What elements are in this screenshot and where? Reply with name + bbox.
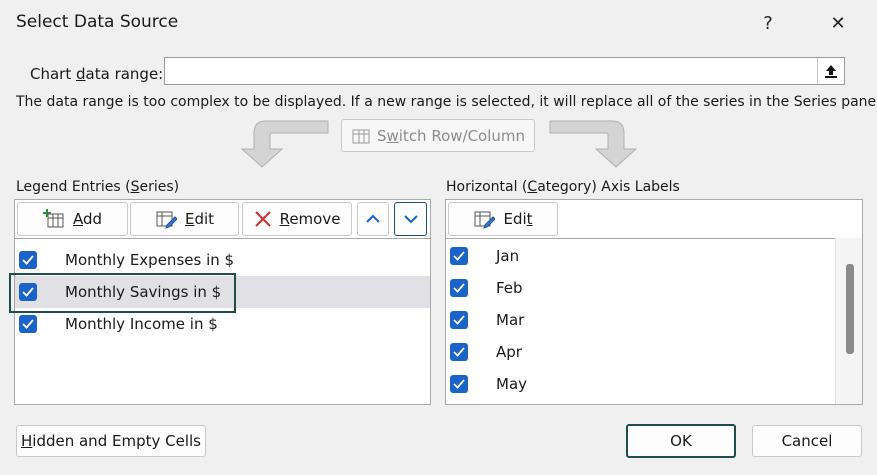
collapse-arrow-icon [825,65,837,78]
axis-label-row[interactable]: Feb [446,272,862,304]
range-info-text: The data range is too complex to be disp… [16,94,877,110]
axis-label-checkbox[interactable] [450,375,468,393]
chevron-up-icon [366,214,380,223]
axis-label-name: Apr [496,343,522,361]
axis-label-checkbox[interactable] [450,311,468,329]
axis-label-checkbox[interactable] [450,247,468,265]
edit-series-label: Edit [184,210,215,228]
check-icon [453,379,465,389]
scrollbar-thumb[interactable] [846,264,854,354]
check-icon [453,347,465,357]
axis-label-name: Feb [496,279,523,297]
edit-axis-labels-button[interactable]: Edit [448,202,558,236]
close-button[interactable]: ✕ [815,0,861,46]
hidden-empty-cells-label: Hidden and Empty Cells [21,432,201,450]
axis-label-checkbox[interactable] [450,279,468,297]
check-icon [22,255,34,265]
axis-label-row[interactable]: Apr [446,336,862,368]
help-button[interactable]: ? [745,0,791,46]
series-checkbox[interactable] [19,315,37,333]
edit-axis-labels-label: Edit [503,210,533,228]
dialog-title: Select Data Source [16,12,179,32]
chart-range-label: Chart data range: [30,65,164,83]
axis-label-checkbox[interactable] [450,343,468,361]
chevron-down-icon [403,215,418,224]
remove-series-button[interactable]: Remove [242,202,352,236]
remove-series-label: Remove [279,210,341,228]
close-icon: ✕ [830,12,846,34]
axis-labels-panel: Edit Jan Feb Mar Apr May [445,199,863,405]
edit-series-button[interactable]: Edit [130,202,239,236]
chart-range-input[interactable] [164,57,845,85]
series-name: Monthly Income in $ [65,315,218,333]
series-row[interactable]: Monthly Expenses in $ [15,244,430,276]
add-series-label: Add [72,210,103,228]
hidden-empty-cells-button[interactable]: Hidden and Empty Cells [16,425,206,457]
cancel-button[interactable]: Cancel [752,425,862,457]
remove-x-icon [254,211,271,227]
add-series-button[interactable]: Add [17,202,128,236]
collapse-dialog-button[interactable] [817,58,844,84]
series-name: Monthly Expenses in $ [65,251,235,269]
axis-label-name: Mar [496,311,525,329]
check-icon [453,283,465,293]
axis-label-row[interactable]: May [446,368,862,400]
curved-arrow-right-icon [549,120,638,168]
curved-arrow-left-icon [240,120,329,168]
switch-row-column-label: Switch Row/Column [376,126,526,145]
edit-table-icon [474,211,496,229]
switch-row-column-button[interactable]: Switch Row/Column [341,119,535,152]
legend-entries-label: Legend Entries (Series) [16,179,180,195]
add-table-icon [42,209,64,228]
check-icon [453,251,465,261]
axis-label-name: May [496,375,528,393]
switch-row-column-icon [352,129,370,143]
axis-label-row[interactable]: Mar [446,304,862,336]
check-icon [453,315,465,325]
selected-series-focus-outline [9,273,236,313]
axis-labels-scrollbar[interactable] [835,238,862,404]
edit-table-icon [156,211,177,229]
axis-labels-label: Horizontal (Category) Axis Labels [446,179,680,195]
axis-label-name: Jan [496,247,520,265]
axis-label-row[interactable]: Jan [446,240,862,272]
series-checkbox[interactable] [19,251,37,269]
move-down-button[interactable] [394,202,427,236]
ok-button[interactable]: OK [626,424,736,458]
check-icon [22,319,34,329]
move-up-button[interactable] [357,202,389,236]
